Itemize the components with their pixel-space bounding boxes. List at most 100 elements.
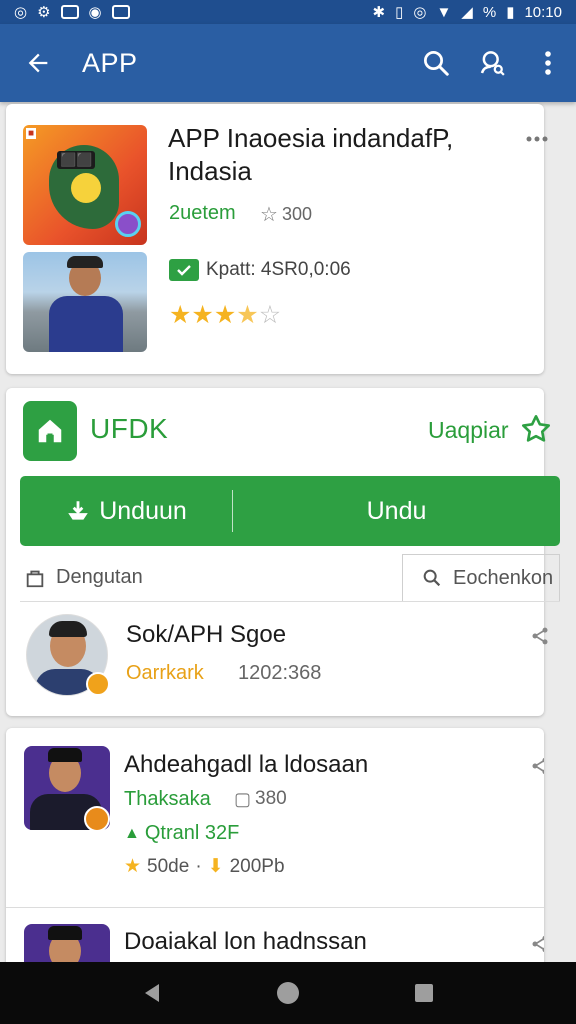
app-name: UFDK [90, 413, 169, 444]
list-item-price: ▲ Qtranl 32F [124, 822, 239, 845]
status-notifications: ◎ ⚙ ◉ [14, 5, 130, 20]
arrow-back-icon [28, 53, 48, 73]
more-vert-icon [545, 51, 551, 75]
more-options-button[interactable] [526, 130, 548, 148]
search-button[interactable] [408, 35, 464, 91]
more-horiz-icon [526, 136, 548, 142]
circle-home-icon [277, 982, 299, 1004]
download-label: Unduun [99, 496, 187, 525]
battery-percent: % [482, 3, 497, 21]
author-name[interactable]: Sok/APH Sgoe [126, 621, 286, 649]
app-bar: APP [0, 24, 576, 102]
triangle-back-icon [145, 984, 159, 1002]
star-outline-icon: ☆ [260, 204, 278, 226]
star-half-icon: ★ [236, 301, 259, 329]
vibrate-icon: ▯ [395, 3, 404, 21]
app-list-card: Ahdeahgadl la ldosaan Thaksaka ▢ 380 ▲ Q… [6, 728, 544, 978]
artwork-logo: ⬛⬛ [57, 151, 96, 169]
star-empty-icon: ☆ [258, 301, 282, 329]
search-tab[interactable]: Eochenkon [402, 554, 560, 601]
settings-notification-icon: ⚙ [37, 3, 51, 21]
star-filled-icon: ★ [169, 301, 192, 329]
author-badge [86, 672, 110, 696]
notification-icon: ◎ [14, 3, 28, 21]
app-detail-card[interactable]: ⬛⬛ ■ APP Inaoesia indandafP, Indasia 2ue… [6, 104, 548, 374]
share-button[interactable] [530, 626, 550, 651]
system-nav-bar [0, 962, 576, 1024]
search-icon [423, 569, 441, 587]
image-notification-icon [60, 5, 79, 19]
artwork-ring [71, 173, 101, 203]
wishlist-label[interactable]: Uaqpiar [428, 417, 509, 444]
download-button[interactable]: Unduun [20, 490, 233, 532]
star-filled-icon: ★ [124, 856, 142, 877]
share-button[interactable] [530, 756, 544, 781]
follow-label: Dengutan [56, 566, 143, 588]
app-meta: ☆ 300 [260, 202, 312, 227]
developer-link[interactable]: 2uetem [169, 202, 236, 225]
verified-badge [169, 259, 199, 281]
app-notification-icon [111, 5, 130, 19]
app-artwork[interactable]: ⬛⬛ ■ [23, 125, 147, 245]
share-button[interactable] [530, 934, 544, 959]
search-icon [424, 51, 449, 76]
separator-dot: · [195, 855, 202, 877]
search-label: Eochenkon [453, 566, 554, 589]
list-item-downloads: 200Pb [229, 855, 285, 877]
chat-notification-icon: ◉ [88, 3, 102, 21]
install-label: Undu [366, 496, 427, 525]
battery-icon: ▮ [506, 3, 515, 21]
nav-home-button[interactable] [258, 968, 318, 1018]
list-item-price-value: Qtranl 32F [144, 822, 240, 844]
app-meta-value: 300 [281, 204, 312, 224]
share-icon [532, 757, 544, 775]
list-item-meta-value: 380 [255, 788, 287, 809]
install-button[interactable]: Undu [233, 476, 560, 546]
download-icon [68, 501, 88, 520]
thumb-cap [48, 748, 82, 762]
rating-stars: ★★★★☆ [169, 300, 281, 330]
overflow-menu-button[interactable] [520, 35, 576, 91]
list-item-rating: 50de [147, 855, 190, 877]
author-role: Oarrkark [126, 662, 204, 684]
app-info: Kpatt: 4SR0,0:06 [206, 259, 351, 280]
photo-person-cap [67, 256, 103, 268]
page-title: APP [82, 47, 138, 78]
thumb-cap [48, 926, 82, 940]
star-filled-icon: ★ [191, 301, 214, 329]
follow-button[interactable]: Dengutan [20, 554, 402, 601]
list-item-badge [84, 806, 110, 832]
price-tag-icon: ▲ [124, 824, 140, 842]
avatar-hair [49, 621, 87, 637]
download-count-icon: ⬇ [207, 856, 224, 877]
list-item-developer[interactable]: Thaksaka [124, 788, 211, 811]
back-button[interactable] [6, 31, 70, 95]
bluetooth-icon: ✱ [372, 3, 386, 21]
author-meta: 1202:368 [238, 662, 322, 684]
account-button[interactable] [464, 35, 520, 91]
app-icon[interactable] [23, 401, 77, 461]
share-icon [532, 627, 548, 645]
photo-person-body [49, 296, 123, 352]
nav-recents-button[interactable] [394, 968, 454, 1018]
square-recents-icon [415, 984, 433, 1002]
nav-back-button[interactable] [122, 968, 182, 1018]
signal-icon: ◢ [461, 3, 473, 21]
alarm-icon: ◎ [413, 3, 427, 21]
app-screenshot[interactable] [23, 252, 147, 352]
install-card: UFDK Uaqpiar Unduun Undu Dengutan Eochen… [6, 388, 560, 716]
list-item-title: Ahdeahgadl la ldosaan [124, 751, 369, 778]
artwork-badge [115, 211, 141, 237]
wifi-icon: ▼ [436, 3, 452, 21]
wishlist-button[interactable] [520, 413, 552, 450]
star-filled-icon: ★ [213, 301, 237, 329]
status-indicators: ✱ ▯ ◎ ▼ ◢ % ▮ 10:10 [373, 4, 563, 21]
install-bar: Unduun Undu [20, 476, 560, 546]
tag-outline-icon: ▢ [234, 788, 252, 809]
share-icon [532, 935, 544, 953]
list-item-meta: ▢ 380 [234, 788, 287, 810]
home-icon [38, 419, 62, 443]
status-bar: ◎ ⚙ ◉ ✱ ▯ ◎ ▼ ◢ % ▮ 10:10 [0, 0, 576, 24]
check-icon [177, 265, 191, 276]
list-item[interactable]: Ahdeahgadl la ldosaan Thaksaka ▢ 380 ▲ Q… [6, 728, 544, 908]
